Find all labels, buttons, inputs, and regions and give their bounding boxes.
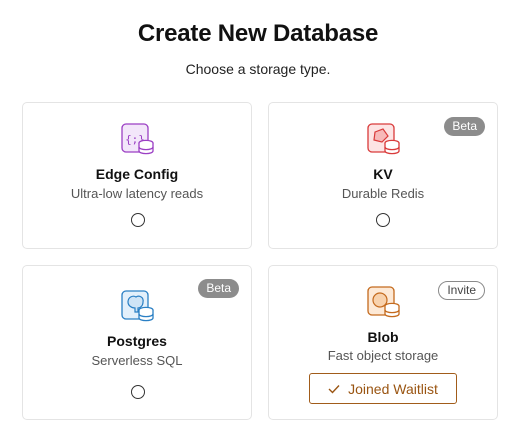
postgres-radio[interactable]: [131, 385, 145, 399]
beta-badge: Beta: [444, 117, 485, 136]
storage-card-edge-config[interactable]: {;} Edge Config Ultra-low latency reads: [22, 102, 252, 249]
checkmark-icon: [328, 384, 340, 394]
kv-icon: [367, 123, 401, 157]
storage-card-name: Blob: [367, 329, 399, 345]
edge-config-icon: {;}: [121, 123, 155, 157]
storage-card-description: Serverless SQL: [91, 353, 183, 368]
beta-badge: Beta: [198, 279, 239, 298]
edge-config-radio[interactable]: [131, 213, 145, 227]
storage-card-description: Durable Redis: [341, 186, 425, 201]
blob-icon: [367, 286, 401, 320]
storage-card-name: Postgres: [107, 333, 167, 349]
storage-card-kv[interactable]: Beta KV Durable Redis: [268, 102, 498, 249]
page-title: Create New Database: [137, 20, 379, 47]
kv-radio[interactable]: [376, 213, 390, 227]
joined-waitlist-button[interactable]: Joined Waitlist: [309, 373, 457, 404]
storage-card-name: Edge Config: [95, 166, 179, 182]
storage-card-description: Ultra-low latency reads: [70, 186, 204, 201]
storage-card-description: Fast object storage: [327, 348, 439, 363]
page-subtitle: Choose a storage type.: [185, 61, 331, 77]
invite-badge: Invite: [438, 281, 485, 300]
storage-card-name: KV: [373, 166, 393, 182]
storage-card-postgres[interactable]: Beta Postgres Serverless SQL: [22, 265, 252, 420]
joined-waitlist-label: Joined Waitlist: [348, 380, 438, 397]
storage-card-blob[interactable]: Invite Blob Fast object storage Joined W…: [268, 265, 498, 420]
postgres-icon: [121, 290, 155, 324]
